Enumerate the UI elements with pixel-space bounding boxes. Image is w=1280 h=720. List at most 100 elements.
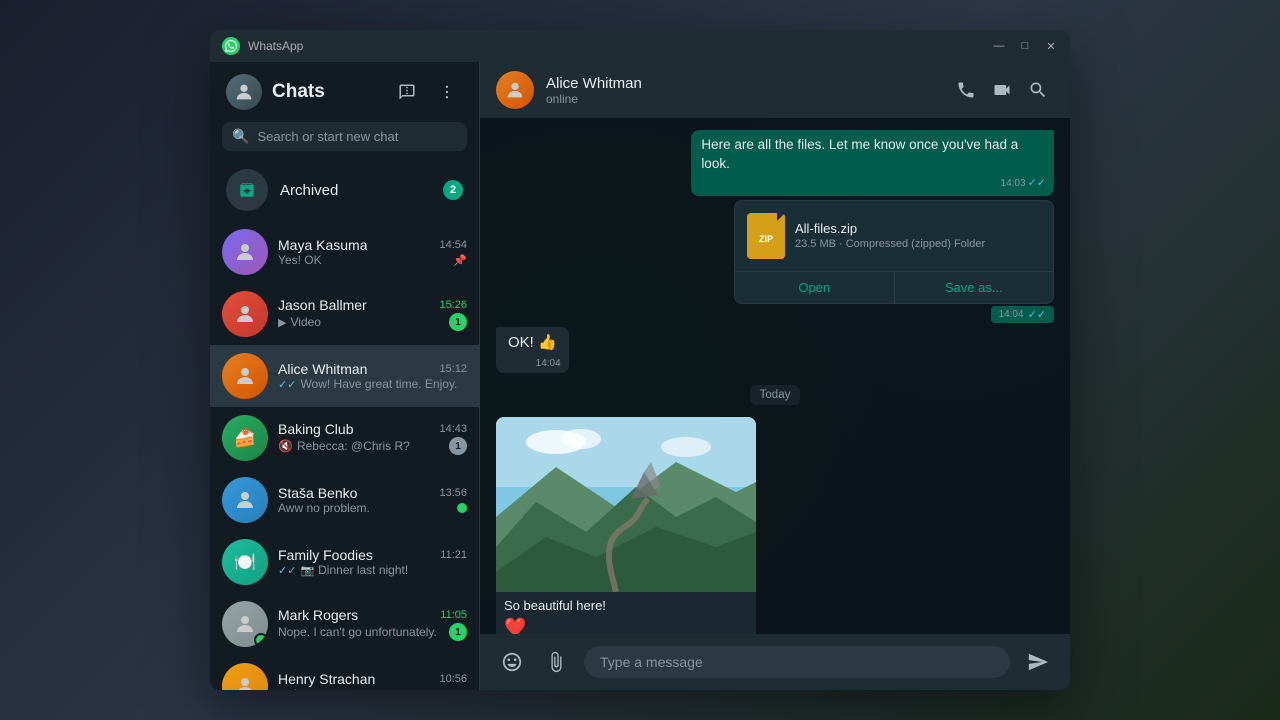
app-window: WhatsApp — □ ✕ Chats (210, 30, 1070, 690)
chat-preview-baking: Rebecca: @Chris R? (297, 439, 445, 453)
chat-info-family: Family Foodies 11:21 ✓✓ 📷 Dinner last ni… (278, 547, 467, 577)
user-avatar[interactable] (226, 74, 262, 110)
chat-item-mark[interactable]: Mark Rogers 11:05 Nope. I can't go unfor… (210, 593, 479, 655)
check-icon-1: ✓✓ (1028, 176, 1046, 191)
chat-item-alice[interactable]: Alice Whitman 15:12 ✓✓ Wow! Have great t… (210, 345, 479, 407)
chat-info-henry: Henry Strachan 10:56 typing... (278, 671, 467, 690)
search-icon: 🔍 (232, 128, 249, 145)
search-input[interactable] (257, 129, 457, 144)
chat-avatar-family: 🍽️ (222, 539, 268, 585)
send-button[interactable] (1022, 646, 1054, 678)
chat-info-alice: Alice Whitman 15:12 ✓✓ Wow! Have great t… (278, 361, 467, 391)
chat-time-stasa: 13:56 (439, 487, 467, 499)
voice-call-button[interactable] (950, 74, 982, 106)
title-bar-left: WhatsApp (222, 37, 303, 55)
chat-item-stasa[interactable]: Staša Benko 13:56 Aww no problem. (210, 469, 479, 531)
emoji-button[interactable] (496, 646, 528, 678)
chat-time-baking: 14:43 (439, 423, 467, 435)
chat-item-maya[interactable]: Maya Kasuma 14:54 Yes! OK 📌 (210, 221, 479, 283)
search-chat-button[interactable] (1022, 74, 1054, 106)
message-1: Here are all the files. Let me know once… (691, 130, 1054, 196)
check-icon-2: ✓✓ (1028, 308, 1046, 321)
chat-avatar-baking: 🍰 (222, 415, 268, 461)
chat-avatar-stasa (222, 477, 268, 523)
chat-time-jason: 15:26 (439, 299, 467, 311)
attach-button[interactable] (540, 646, 572, 678)
image-bubble: So beautiful here! ❤️ 15:06 (496, 417, 756, 634)
message-3: OK! 👍 14:04 (496, 327, 569, 373)
chat-avatar-henry (222, 663, 268, 690)
archive-icon (226, 169, 268, 211)
new-chat-button[interactable] (391, 76, 423, 108)
chat-time-family: 11:21 (440, 549, 467, 561)
close-button[interactable]: ✕ (1044, 39, 1058, 53)
window-controls: — □ ✕ (992, 39, 1058, 53)
file-name: All-files.zip (795, 221, 1041, 236)
chat-contact-status: online (546, 92, 938, 106)
message-5: So beautiful here! ❤️ 15:06 (496, 417, 756, 634)
archived-row[interactable]: Archived 2 (210, 159, 479, 221)
sidebar-title: Chats (272, 81, 325, 103)
today-label: Today (750, 385, 801, 405)
save-file-button[interactable]: Save as... (894, 272, 1054, 303)
messages-area: Here are all the files. Let me know once… (480, 118, 1070, 634)
more-options-button[interactable] (431, 76, 463, 108)
caption-text: So beautiful here! (504, 598, 748, 613)
maximize-button[interactable]: □ (1018, 39, 1032, 53)
file-type-icon: ZIP (747, 213, 785, 259)
file-actions: Open Save as... (735, 271, 1053, 303)
sidebar-header-icons (391, 76, 463, 108)
message-text-1: Here are all the files. Let me know once… (701, 137, 1018, 171)
whatsapp-logo (222, 37, 240, 55)
chat-info-stasa: Staša Benko 13:56 Aww no problem. (278, 485, 467, 515)
chat-header-avatar[interactable] (496, 71, 534, 109)
video-call-button[interactable] (986, 74, 1018, 106)
video-icon-jason: ▶ (278, 316, 286, 329)
chat-name-family: Family Foodies (278, 547, 373, 563)
chat-avatar-mark (222, 601, 268, 647)
chat-name-maya: Maya Kasuma (278, 237, 367, 253)
chat-info-maya: Maya Kasuma 14:54 Yes! OK 📌 (278, 237, 467, 267)
chat-time-mark: 11:05 (440, 609, 467, 621)
chat-avatar-maya (222, 229, 268, 275)
chat-preview-jason: Video (290, 315, 445, 329)
sidebar-header-left: Chats (226, 74, 325, 110)
mute-icon-baking: 🔇 (278, 439, 293, 453)
chat-area: Alice Whitman online (480, 62, 1070, 690)
chat-item-baking[interactable]: 🍰 Baking Club 14:43 🔇 Rebecca: @Chris R?… (210, 407, 479, 469)
minimize-button[interactable]: — (992, 39, 1006, 53)
chat-item-henry[interactable]: Henry Strachan 10:56 typing... (210, 655, 479, 690)
svg-text:ZIP: ZIP (759, 234, 773, 244)
message-time-1: 14:03 ✓✓ (1001, 176, 1046, 191)
chat-header-info: Alice Whitman online (546, 75, 938, 106)
image-placeholder (496, 417, 756, 592)
archived-label: Archived (280, 182, 431, 199)
file-card: ZIP All-files.zip 23.5 MB · Compressed (… (734, 200, 1054, 304)
message-bubble-3: OK! 👍 14:04 (496, 327, 569, 373)
message-text-3: OK! 👍 (508, 334, 557, 351)
chat-list: Maya Kasuma 14:54 Yes! OK 📌 (210, 221, 479, 690)
chat-preview-henry: typing... (278, 687, 467, 690)
search-bar: 🔍 (222, 122, 467, 151)
chat-name-henry: Henry Strachan (278, 671, 375, 687)
image-caption: So beautiful here! ❤️ 15:06 (496, 592, 756, 634)
chat-item-family[interactable]: 🍽️ Family Foodies 11:21 ✓✓ 📷 Dinner last… (210, 531, 479, 593)
message-time-3: 14:04 (536, 358, 561, 369)
message-input[interactable] (584, 646, 1010, 678)
archived-badge: 2 (443, 180, 463, 200)
media-icon-family: 📷 (300, 564, 314, 577)
double-check-family: ✓✓ (278, 564, 296, 577)
chat-avatar-jason (222, 291, 268, 337)
chat-item-jason[interactable]: Jason Ballmer 15:26 ▶ Video 1 (210, 283, 479, 345)
chat-info-mark: Mark Rogers 11:05 Nope. I can't go unfor… (278, 607, 467, 641)
chat-name-stasa: Staša Benko (278, 485, 357, 501)
app-body: Chats 🔍 (210, 62, 1070, 690)
message-2: ZIP All-files.zip 23.5 MB · Compressed (… (734, 200, 1054, 323)
chat-name-jason: Jason Ballmer (278, 297, 367, 313)
open-file-button[interactable]: Open (735, 272, 894, 303)
title-bar: WhatsApp — □ ✕ (210, 30, 1070, 62)
pin-icon-maya: 📌 (453, 254, 467, 267)
chat-time-henry: 10:56 (439, 673, 467, 685)
sidebar-header: Chats (210, 62, 479, 118)
chat-name-mark: Mark Rogers (278, 607, 358, 623)
